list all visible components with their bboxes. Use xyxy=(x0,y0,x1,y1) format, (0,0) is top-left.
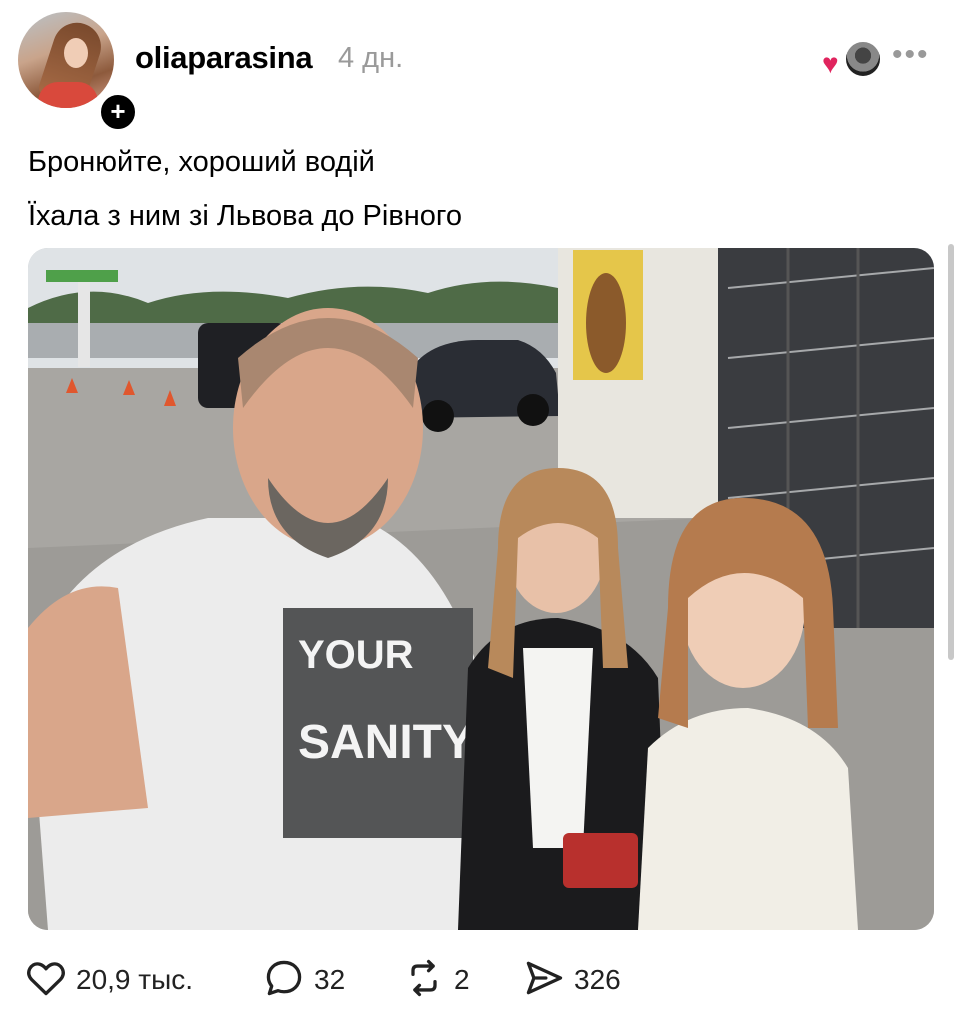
timestamp: 4 дн. xyxy=(338,42,404,74)
share-count: 326 xyxy=(574,964,621,995)
repost-count: 2 xyxy=(454,964,470,995)
like-count: 20,9 тыс. xyxy=(76,964,194,995)
comment-button[interactable]: 32 xyxy=(262,958,345,1002)
heart-outline-icon xyxy=(24,956,68,1005)
follow-button[interactable]: + xyxy=(98,92,138,132)
photo-illustration: YOUR SANITY xyxy=(28,248,934,930)
username[interactable]: oliaparasina xyxy=(135,40,313,76)
repost-button[interactable]: 2 xyxy=(402,958,470,1002)
svg-text:SANITY: SANITY xyxy=(298,716,474,769)
post-text-line-2: Їхала з ним зі Львова до Рівного xyxy=(28,200,462,232)
more-options-button[interactable]: ••• xyxy=(892,38,930,72)
scrollbar[interactable] xyxy=(948,244,954,660)
like-button[interactable]: 20,9 тыс. xyxy=(24,958,193,1002)
reactor-avatar xyxy=(844,40,882,78)
heart-icon: ♥ xyxy=(822,48,839,79)
speech-bubble-icon xyxy=(262,956,306,1005)
post-text-line-1: Бронюйте, хороший водій xyxy=(28,146,375,178)
reactions-summary[interactable]: ♥ xyxy=(822,40,882,80)
svg-text:YOUR: YOUR xyxy=(298,633,414,677)
share-button[interactable]: 326 xyxy=(522,958,621,1002)
avatar-image xyxy=(18,12,114,108)
paper-plane-icon xyxy=(522,956,566,1005)
post-text: Бронюйте, хороший водій Їхала з ним зі Л… xyxy=(28,135,462,243)
avatar[interactable]: + xyxy=(18,12,138,132)
post-photo[interactable]: YOUR SANITY xyxy=(28,248,934,930)
action-bar: 20,9 тыс. 32 2 326 xyxy=(24,958,924,1002)
comment-count: 32 xyxy=(314,964,346,995)
repost-arrows-icon xyxy=(402,956,446,1005)
